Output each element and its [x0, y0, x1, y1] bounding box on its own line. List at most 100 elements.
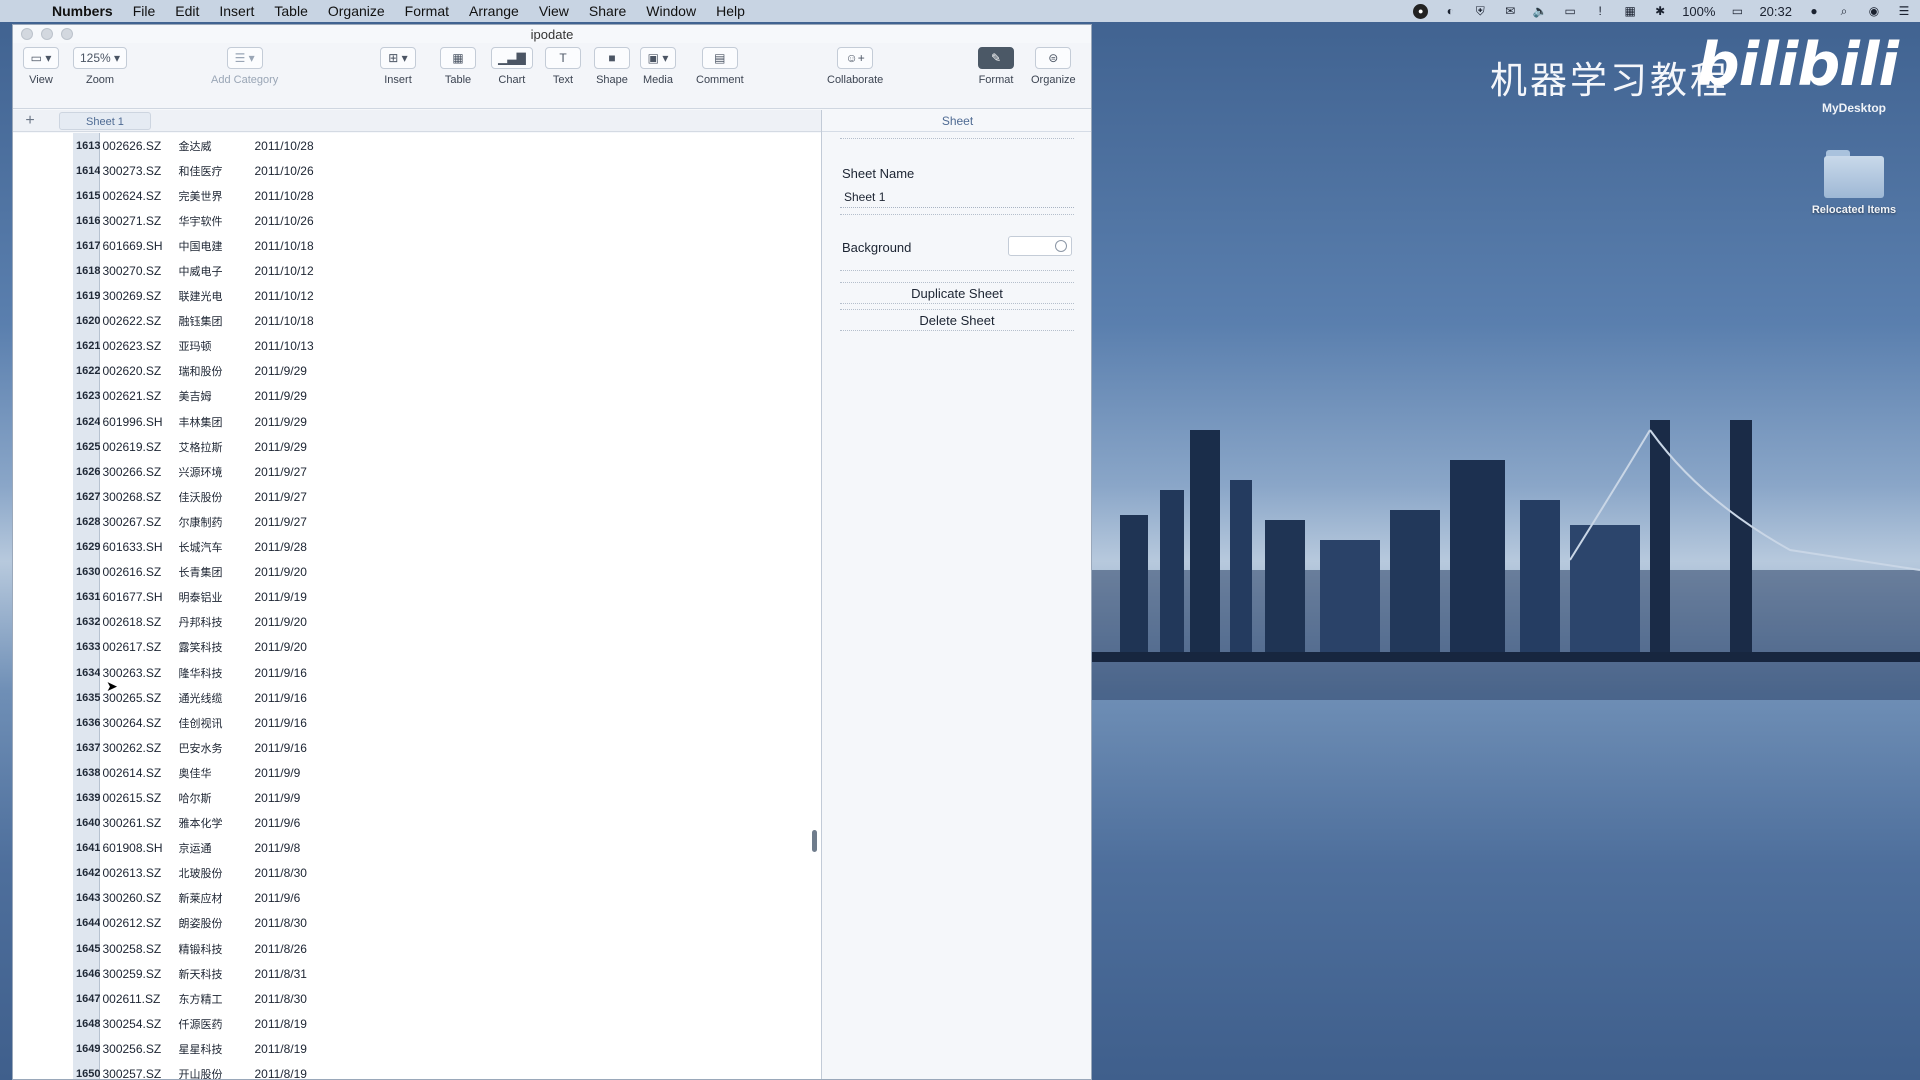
- row-number[interactable]: 1646: [73, 961, 100, 986]
- row-number[interactable]: 1637: [73, 735, 100, 760]
- cell-company-name[interactable]: 仟源医药: [176, 1011, 252, 1036]
- row-number[interactable]: 1629: [73, 535, 100, 560]
- cell-ipo-date[interactable]: 2011/8/31: [252, 961, 362, 986]
- row-number[interactable]: 1614: [73, 158, 100, 183]
- table-row[interactable]: 1631 601677.SH 明泰铝业 2011/9/19: [73, 585, 362, 610]
- insert-control[interactable]: ⊞ ▾ Insert: [380, 47, 416, 86]
- chart-control[interactable]: ▁▃▇ Chart: [491, 47, 533, 86]
- table-row[interactable]: 1632 002618.SZ 丹邦科技 2011/9/20: [73, 610, 362, 635]
- row-number[interactable]: 1630: [73, 560, 100, 585]
- cell-ipo-date[interactable]: 2011/9/8: [252, 836, 362, 861]
- row-number[interactable]: 1624: [73, 409, 100, 434]
- cell-company-name[interactable]: 长青集团: [176, 560, 252, 585]
- table-row[interactable]: 1643 300260.SZ 新莱应材 2011/9/6: [73, 886, 362, 911]
- collaborate-control[interactable]: ☺+ Collaborate: [827, 47, 883, 86]
- text-icon[interactable]: T: [545, 47, 581, 69]
- table-row[interactable]: 1618 300270.SZ 中威电子 2011/10/12: [73, 258, 362, 283]
- shield-icon[interactable]: ⛨: [1472, 4, 1488, 18]
- table-row[interactable]: 1624 601996.SH 丰林集团 2011/9/29: [73, 409, 362, 434]
- comment-icon[interactable]: ▤: [701, 47, 738, 69]
- chart-icon[interactable]: ▁▃▇: [491, 47, 533, 69]
- table-row[interactable]: 1622 002620.SZ 瑞和股份 2011/9/29: [73, 359, 362, 384]
- cell-ipo-date[interactable]: 2011/9/27: [252, 484, 362, 509]
- table-row[interactable]: 1648 300254.SZ 仟源医药 2011/8/19: [73, 1011, 362, 1036]
- row-number[interactable]: 1631: [73, 585, 100, 610]
- format-control[interactable]: ✎ Format: [978, 47, 1014, 86]
- cell-ipo-date[interactable]: 2011/10/18: [252, 233, 362, 258]
- row-number[interactable]: 1650: [73, 1061, 100, 1079]
- cell-company-name[interactable]: 通光线缆: [176, 685, 252, 710]
- shape-control[interactable]: ■ Shape: [594, 47, 630, 86]
- cell-stock-code[interactable]: 601908.SH: [100, 836, 176, 861]
- cell-stock-code[interactable]: 002614.SZ: [100, 760, 176, 785]
- menu-edit[interactable]: Edit: [165, 3, 209, 19]
- zoom-control[interactable]: 125% ▾ Zoom: [73, 47, 128, 86]
- cell-ipo-date[interactable]: 2011/9/16: [252, 660, 362, 685]
- row-number[interactable]: 1641: [73, 836, 100, 861]
- row-number[interactable]: 1622: [73, 359, 100, 384]
- cell-company-name[interactable]: 开山股份: [176, 1061, 252, 1079]
- row-number[interactable]: 1644: [73, 911, 100, 936]
- row-number[interactable]: 1633: [73, 635, 100, 660]
- add-category-icon[interactable]: ☰ ▾: [226, 47, 263, 69]
- menu-format[interactable]: Format: [395, 3, 459, 19]
- cell-ipo-date[interactable]: 2011/10/26: [252, 158, 362, 183]
- cell-stock-code[interactable]: 002619.SZ: [100, 434, 176, 459]
- add-sheet-button[interactable]: +: [13, 112, 47, 130]
- cell-company-name[interactable]: 华宇软件: [176, 208, 252, 233]
- row-number[interactable]: 1621: [73, 334, 100, 359]
- cell-stock-code[interactable]: 002620.SZ: [100, 359, 176, 384]
- cell-ipo-date[interactable]: 2011/9/9: [252, 760, 362, 785]
- menu-organize[interactable]: Organize: [318, 3, 395, 19]
- cell-ipo-date[interactable]: 2011/10/28: [252, 183, 362, 208]
- cell-stock-code[interactable]: 300261.SZ: [100, 811, 176, 836]
- cell-company-name[interactable]: 融钰集团: [176, 309, 252, 334]
- table-row[interactable]: 1629 601633.SH 长城汽车 2011/9/28: [73, 535, 362, 560]
- wechat-icon[interactable]: ✉: [1502, 4, 1518, 18]
- cell-stock-code[interactable]: 601996.SH: [100, 409, 176, 434]
- row-number[interactable]: 1615: [73, 183, 100, 208]
- add-category-control[interactable]: ☰ ▾ Add Category: [211, 47, 278, 86]
- row-number[interactable]: 1643: [73, 886, 100, 911]
- cell-company-name[interactable]: 亚玛顿: [176, 334, 252, 359]
- speaker-icon[interactable]: 🔈: [1532, 4, 1548, 18]
- delete-sheet-button[interactable]: Delete Sheet: [840, 309, 1074, 331]
- cell-stock-code[interactable]: 300266.SZ: [100, 459, 176, 484]
- cell-stock-code[interactable]: 300270.SZ: [100, 258, 176, 283]
- table-row[interactable]: 1628 300267.SZ 尔康制药 2011/9/27: [73, 509, 362, 534]
- row-number[interactable]: 1625: [73, 434, 100, 459]
- cell-stock-code[interactable]: 300267.SZ: [100, 509, 176, 534]
- row-number[interactable]: 1640: [73, 811, 100, 836]
- row-number[interactable]: 1627: [73, 484, 100, 509]
- table-row[interactable]: 1619 300269.SZ 联建光电 2011/10/12: [73, 284, 362, 309]
- cell-ipo-date[interactable]: 2011/10/28: [252, 133, 362, 158]
- table-row[interactable]: 1626 300266.SZ 兴源环境 2011/9/27: [73, 459, 362, 484]
- table-row[interactable]: 1637 300262.SZ 巴安水务 2011/9/16: [73, 735, 362, 760]
- shape-icon[interactable]: ■: [594, 47, 630, 69]
- cell-company-name[interactable]: 尔康制药: [176, 509, 252, 534]
- cell-ipo-date[interactable]: 2011/9/19: [252, 585, 362, 610]
- cell-ipo-date[interactable]: 2011/9/28: [252, 535, 362, 560]
- cell-ipo-date[interactable]: 2011/8/30: [252, 911, 362, 936]
- cell-ipo-date[interactable]: 2011/8/19: [252, 1061, 362, 1079]
- row-number[interactable]: 1616: [73, 208, 100, 233]
- cell-ipo-date[interactable]: 2011/10/12: [252, 258, 362, 283]
- cell-stock-code[interactable]: 300264.SZ: [100, 710, 176, 735]
- cell-company-name[interactable]: 露笑科技: [176, 635, 252, 660]
- row-number[interactable]: 1619: [73, 284, 100, 309]
- table-row[interactable]: 1641 601908.SH 京运通 2011/9/8: [73, 836, 362, 861]
- cell-company-name[interactable]: 兴源环境: [176, 459, 252, 484]
- cell-ipo-date[interactable]: 2011/10/13: [252, 334, 362, 359]
- cell-stock-code[interactable]: 300257.SZ: [100, 1061, 176, 1079]
- table-row[interactable]: 1614 300273.SZ 和佳医疗 2011/10/26: [73, 158, 362, 183]
- cell-company-name[interactable]: 佳创视讯: [176, 710, 252, 735]
- info-icon[interactable]: !: [1592, 4, 1608, 18]
- table-row[interactable]: 1636 300264.SZ 佳创视讯 2011/9/16: [73, 710, 362, 735]
- cell-company-name[interactable]: 京运通: [176, 836, 252, 861]
- spreadsheet-canvas[interactable]: 1613 002626.SZ 金达威 2011/10/28 1614 300273.SZ 和…: [13, 133, 821, 1079]
- sync-icon[interactable]: ◐: [1442, 4, 1458, 18]
- organize-control[interactable]: ⊜ Organize: [1031, 47, 1076, 86]
- collaborate-icon[interactable]: ☺+: [837, 47, 874, 69]
- menu-window[interactable]: Window: [636, 3, 706, 19]
- cell-ipo-date[interactable]: 2011/9/6: [252, 886, 362, 911]
